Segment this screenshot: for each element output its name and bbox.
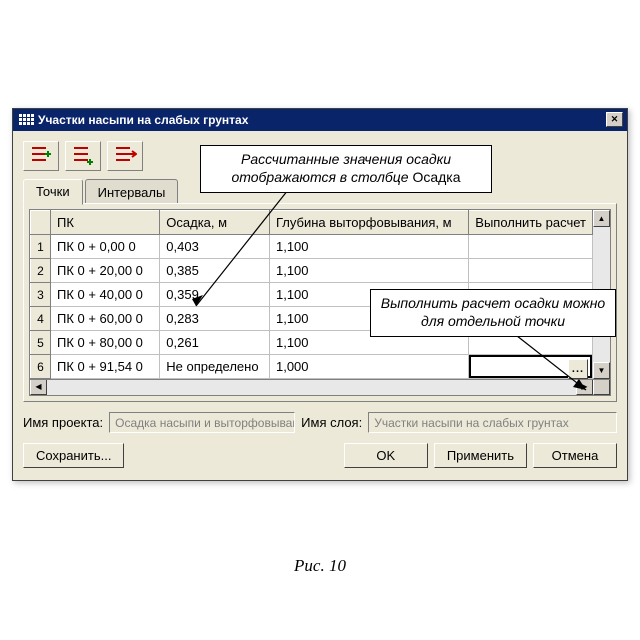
field-project: Осадка насыпи и выторфовывание [109, 412, 295, 433]
callout-text: отображаются в столбце [231, 169, 408, 185]
row-number: 1 [31, 235, 51, 259]
cell-pk[interactable]: ПК 0 + 40,00 0 [50, 283, 159, 307]
add-sibling-icon [29, 145, 53, 167]
label-project: Имя проекта: [23, 415, 103, 430]
cell-osadka[interactable]: 0,385 [160, 259, 270, 283]
tab-intervals[interactable]: Интервалы [85, 179, 179, 204]
table-row[interactable]: 6 ПК 0 + 91,54 0 Не определено 1,000 ... [31, 355, 593, 379]
ok-button[interactable]: OK [344, 443, 428, 468]
cell-glubina[interactable]: 1,100 [269, 259, 468, 283]
cell-pk[interactable]: ПК 0 + 20,00 0 [50, 259, 159, 283]
callout-text: Выполнить расчет осадки можно [381, 295, 605, 311]
cancel-button[interactable]: Отмена [533, 443, 617, 468]
scroll-track[interactable] [47, 379, 576, 395]
apply-button[interactable]: Применить [434, 443, 527, 468]
scroll-right-button[interactable]: ▶ [576, 379, 593, 395]
table-row[interactable]: 1 ПК 0 + 0,00 0 0,403 1,100 [31, 235, 593, 259]
column-osadka[interactable]: Осадка, м [160, 211, 270, 235]
cell-glubina[interactable]: 1,100 [269, 235, 468, 259]
tab-points[interactable]: Точки [23, 179, 83, 205]
callout-calculated-values: Рассчитанные значения осадки отображаютс… [200, 145, 492, 193]
close-button[interactable]: ✕ [606, 112, 623, 127]
row-number: 3 [31, 283, 51, 307]
scroll-down-button[interactable]: ▼ [593, 362, 610, 379]
save-button[interactable]: Сохранить... [23, 443, 124, 468]
cell-osadka[interactable]: Не определено [160, 355, 270, 379]
callout-individual-point: Выполнить расчет осадки можно для отдель… [370, 289, 616, 337]
scroll-grip [593, 379, 610, 395]
label-layer: Имя слоя: [301, 415, 362, 430]
column-vypolnit[interactable]: Выполнить расчет [469, 211, 593, 235]
cell-pk[interactable]: ПК 0 + 91,54 0 [50, 355, 159, 379]
cell-osadka[interactable]: 0,359 [160, 283, 270, 307]
remove-icon [113, 145, 137, 167]
field-layer: Участки насыпи на слабых грунтах [368, 412, 617, 433]
window-title: Участки насыпи на слабых грунтах [38, 113, 606, 127]
column-pk[interactable]: ПК [50, 211, 159, 235]
column-glubina[interactable]: Глубина выторфовывания, м [269, 211, 468, 235]
cell-pk[interactable]: ПК 0 + 80,00 0 [50, 331, 159, 355]
cell-glubina[interactable]: 1,000 [269, 355, 468, 379]
callout-text: Осадка [412, 169, 460, 185]
toolbar-remove-button[interactable] [107, 141, 143, 171]
toolbar-add-child-button[interactable] [65, 141, 101, 171]
calc-button[interactable]: ... [568, 359, 588, 379]
cell-pk[interactable]: ПК 0 + 0,00 0 [50, 235, 159, 259]
figure-caption: Рис. 10 [0, 556, 640, 576]
cell-vypolnit-active[interactable]: ... [469, 355, 593, 379]
cell-pk[interactable]: ПК 0 + 60,00 0 [50, 307, 159, 331]
table-row[interactable]: 2 ПК 0 + 20,00 0 0,385 1,100 [31, 259, 593, 283]
row-number: 5 [31, 331, 51, 355]
cell-osadka[interactable]: 0,261 [160, 331, 270, 355]
toolbar-add-sibling-button[interactable] [23, 141, 59, 171]
app-grid-icon [19, 114, 33, 126]
add-child-icon [71, 145, 95, 167]
callout-text: Рассчитанные значения осадки [241, 151, 451, 167]
horizontal-scrollbar[interactable]: ◀ ▶ [29, 379, 611, 396]
scroll-up-button[interactable]: ▲ [593, 210, 610, 227]
row-number: 2 [31, 259, 51, 283]
cell-osadka[interactable]: 0,283 [160, 307, 270, 331]
row-number: 6 [31, 355, 51, 379]
grid-corner [31, 211, 51, 235]
callout-text: для отдельной точки [421, 313, 565, 329]
row-number: 4 [31, 307, 51, 331]
cell-vypolnit[interactable] [469, 235, 593, 259]
titlebar[interactable]: Участки насыпи на слабых грунтах ✕ [13, 109, 627, 131]
cell-vypolnit[interactable] [469, 259, 593, 283]
cell-osadka[interactable]: 0,403 [160, 235, 270, 259]
scroll-left-button[interactable]: ◀ [30, 379, 47, 395]
